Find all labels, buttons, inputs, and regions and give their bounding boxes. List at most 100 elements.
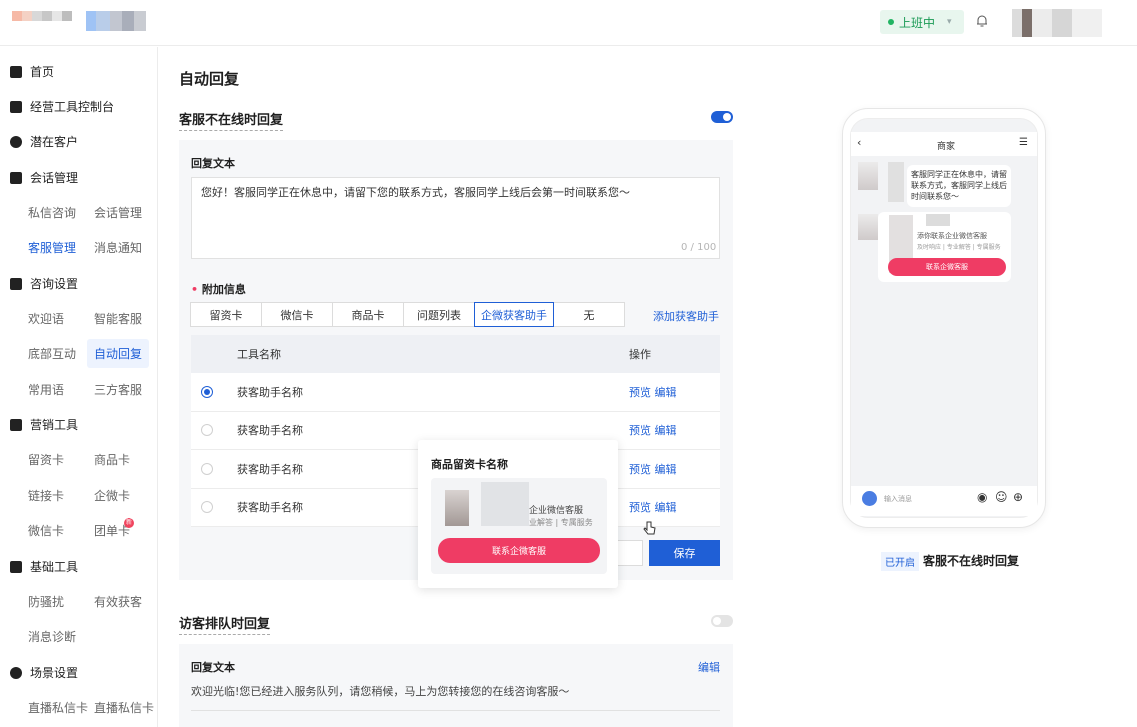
- reply-text-label: 回复文本: [191, 157, 235, 170]
- sidebar-item-consult[interactable]: 咨询设置: [10, 275, 78, 292]
- merchant-avatar: [858, 214, 878, 240]
- sidebar-subitem[interactable]: 防骚扰: [28, 593, 64, 610]
- radio-button[interactable]: [201, 385, 213, 398]
- sidebar-item-scene[interactable]: 场景设置: [10, 664, 78, 681]
- preview-link[interactable]: 预览: [629, 463, 651, 476]
- add-assistant-link[interactable]: 添加获客助手: [653, 308, 719, 324]
- sidebar-item-conversation[interactable]: 会话管理: [10, 169, 78, 186]
- sidebar-subitem[interactable]: 有效获客: [94, 593, 142, 610]
- row-actions: 预览 编辑: [629, 422, 677, 438]
- blurred-card-title: [926, 214, 950, 226]
- extra-info-text: 附加信息: [201, 283, 246, 296]
- brand-logo: [12, 11, 72, 33]
- back-icon[interactable]: ‹: [857, 136, 861, 149]
- card-line2: 业解答 | 专属服务: [529, 518, 593, 527]
- hand-cursor-icon: [643, 521, 656, 535]
- sidebar-item-basic[interactable]: 基础工具: [10, 558, 78, 575]
- sidebar-subitem[interactable]: 三方客服: [94, 381, 142, 398]
- queue-reply-text: 欢迎光临!您已经进入服务队列，请您稍候，马上为您转接您的在线咨询客服～: [191, 685, 570, 698]
- char-counter: 0 / 100: [681, 242, 717, 253]
- tab-product-card[interactable]: 商品卡: [332, 302, 404, 327]
- online-status-dropdown[interactable]: 上班中 ▾: [880, 10, 964, 34]
- menu-icon[interactable]: ☰: [1019, 137, 1028, 148]
- popover-title: 商品留资卡名称: [431, 458, 508, 471]
- plus-icon[interactable]: ⊕: [1013, 490, 1023, 504]
- attachment-tabs: 留资卡 微信卡 商品卡 问题列表 企微获客助手 无: [190, 302, 625, 327]
- voice-icon[interactable]: [862, 491, 877, 506]
- edit-link[interactable]: 编辑: [655, 424, 677, 437]
- sidebar-subitem[interactable]: 消息通知: [94, 239, 142, 256]
- tab-question-list[interactable]: 问题列表: [403, 302, 475, 327]
- bell-icon[interactable]: [975, 14, 989, 28]
- sidebar-subitem[interactable]: 智能客服: [94, 310, 142, 327]
- preview-link[interactable]: 预览: [629, 501, 651, 514]
- phone-title: 商家: [937, 142, 956, 152]
- sidebar-item-leads[interactable]: 潜在客户: [10, 133, 78, 150]
- sidebar-label: 潜在客户: [30, 135, 79, 149]
- top-bar: 上班中 ▾: [0, 0, 1137, 46]
- home-icon: [10, 65, 22, 78]
- tool-name: 获客助手名称: [237, 424, 303, 438]
- radio-button[interactable]: [201, 501, 213, 514]
- edit-link[interactable]: 编辑: [655, 463, 677, 476]
- sidebar-item-console[interactable]: 经营工具控制台: [10, 98, 114, 115]
- sidebar-subitem-selected[interactable]: 自动回复: [87, 339, 150, 368]
- sidebar-subitem[interactable]: 微信卡: [28, 522, 64, 539]
- contact-wecom-button[interactable]: 联系企微客服: [438, 538, 600, 563]
- phone-card-line2: 及时响应 | 专业解答 | 专属服务: [917, 244, 1001, 251]
- sidebar-subitem[interactable]: 会话管理: [94, 204, 142, 221]
- reply-text-label: 回复文本: [191, 661, 235, 674]
- sidebar-subitem[interactable]: 常用语: [28, 381, 64, 398]
- sidebar-subitem[interactable]: 消息诊断: [28, 628, 76, 645]
- table-header: 工具名称 操作: [191, 335, 720, 373]
- row-actions: 预览 编辑: [629, 461, 677, 477]
- emoji-icon[interactable]: ☺: [995, 490, 1008, 504]
- edit-link[interactable]: 编辑: [655, 386, 677, 399]
- sidebar-subitem[interactable]: 企微卡: [94, 487, 130, 504]
- reply-textarea[interactable]: 您好！客服同学正在休息中，请留下您的联系方式，客服同学上线后会第一时间联系您～: [191, 177, 720, 259]
- sound-icon[interactable]: ◉: [977, 490, 987, 504]
- page-title: 自动回复: [179, 70, 240, 88]
- tab-none[interactable]: 无: [553, 302, 625, 327]
- sidebar-subitem[interactable]: 直播私信卡: [28, 699, 88, 716]
- offline-reply-toggle[interactable]: [711, 111, 733, 123]
- phone-contact-button[interactable]: 联系企微客服: [888, 258, 1006, 276]
- save-button[interactable]: 保存: [649, 540, 720, 566]
- sidebar-subitem-active[interactable]: 客服管理: [28, 239, 76, 256]
- sidebar-subitem[interactable]: 商品卡: [94, 451, 130, 468]
- gear-icon: [10, 666, 22, 679]
- status-label: 上班中: [899, 15, 936, 30]
- new-badge: 新: [124, 518, 134, 528]
- message-input[interactable]: 输入消息: [884, 494, 912, 504]
- queue-reply-toggle[interactable]: [711, 615, 733, 627]
- table-row[interactable]: 获客助手名称 预览 编辑: [191, 373, 720, 412]
- tab-wechat-card[interactable]: 微信卡: [261, 302, 333, 327]
- user-avatar[interactable]: [1012, 9, 1122, 37]
- sidebar-subitem[interactable]: 直播私信卡: [94, 699, 154, 716]
- sidebar-subitem[interactable]: 留资卡: [28, 451, 64, 468]
- preview-link[interactable]: 预览: [629, 424, 651, 437]
- consult-icon: [10, 277, 22, 290]
- console-icon: [10, 100, 22, 113]
- edit-link[interactable]: 编辑: [655, 501, 677, 514]
- edit-link[interactable]: 编辑: [698, 659, 720, 675]
- radio-button[interactable]: [201, 424, 213, 437]
- sidebar-label: 咨询设置: [30, 277, 79, 291]
- preview-link[interactable]: 预览: [629, 386, 651, 399]
- sidebar-subitem[interactable]: 私信咨询: [28, 204, 76, 221]
- column-header-action: 操作: [629, 348, 651, 361]
- tool-name: 获客助手名称: [237, 462, 303, 476]
- sidebar-item-home[interactable]: 首页: [10, 63, 54, 80]
- tool-name: 获客助手名称: [237, 385, 303, 399]
- tab-wecom-assistant[interactable]: 企微获客助手: [474, 302, 554, 327]
- sidebar-subitem[interactable]: 底部互动: [28, 345, 76, 362]
- blurred-text: [888, 162, 904, 202]
- radio-button[interactable]: [201, 462, 213, 475]
- sidebar-item-marketing[interactable]: 营销工具: [10, 416, 78, 433]
- tab-lead-card[interactable]: 留资卡: [190, 302, 262, 327]
- message-bubble: 客服同学正在休息中，请留联系方式，客服同学上线后时间联系您～: [907, 165, 1011, 207]
- sidebar-subitem[interactable]: 链接卡: [28, 487, 64, 504]
- sidebar-label: 会话管理: [30, 171, 79, 185]
- sidebar-subitem[interactable]: 欢迎语: [28, 310, 64, 327]
- tool-name: 获客助手名称: [237, 501, 303, 515]
